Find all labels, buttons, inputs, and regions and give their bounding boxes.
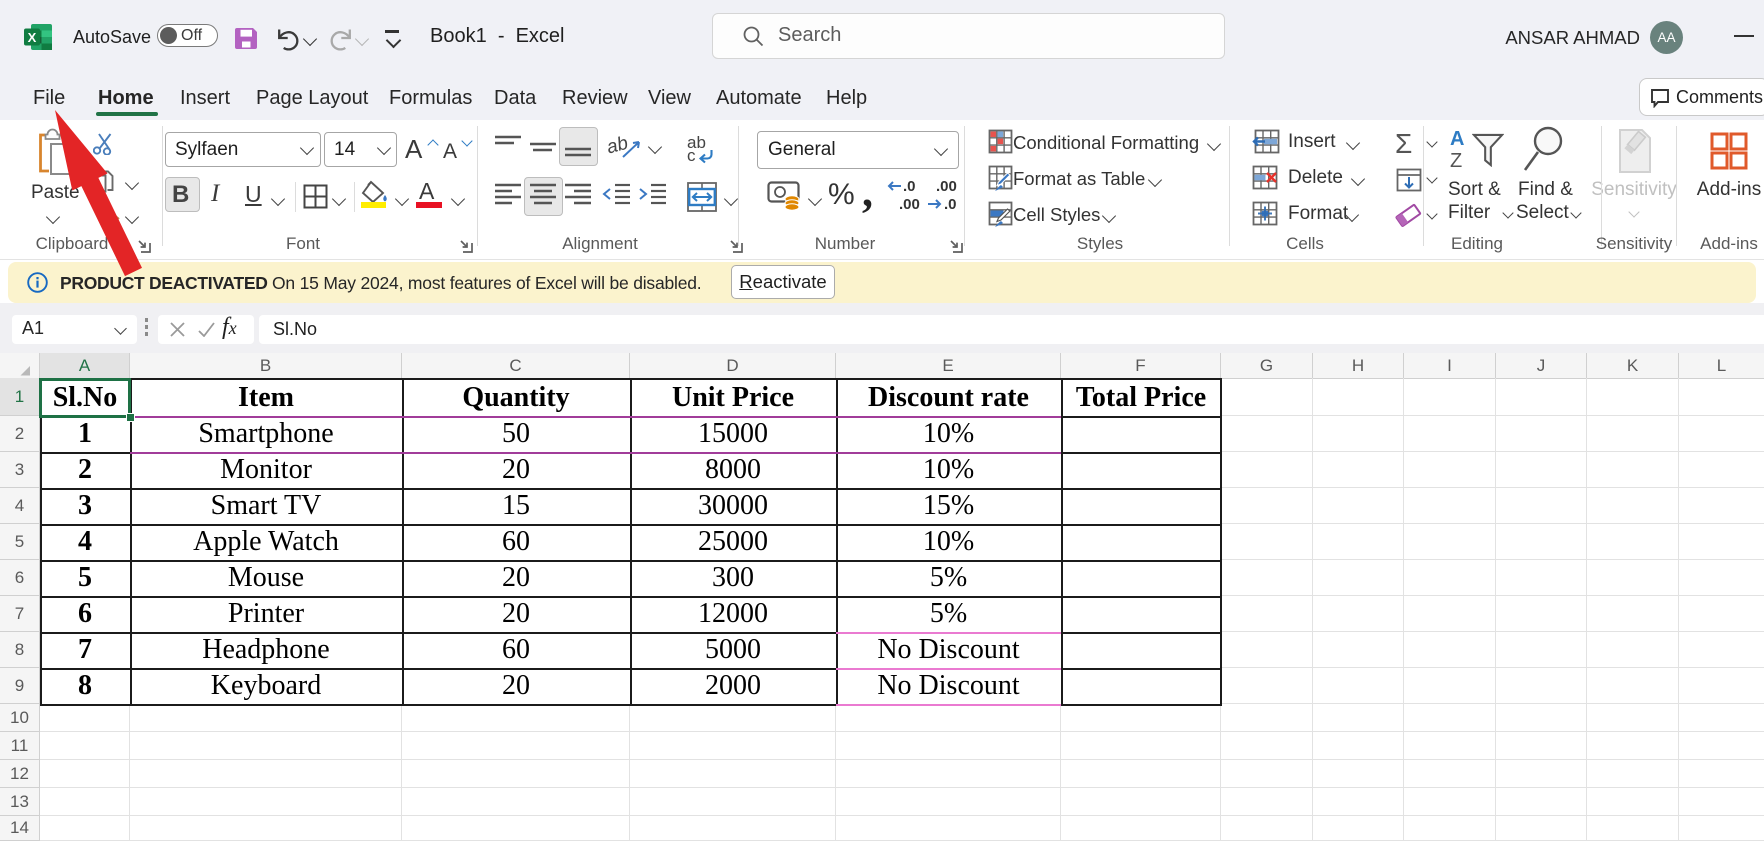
svg-text:X: X <box>28 30 37 45</box>
